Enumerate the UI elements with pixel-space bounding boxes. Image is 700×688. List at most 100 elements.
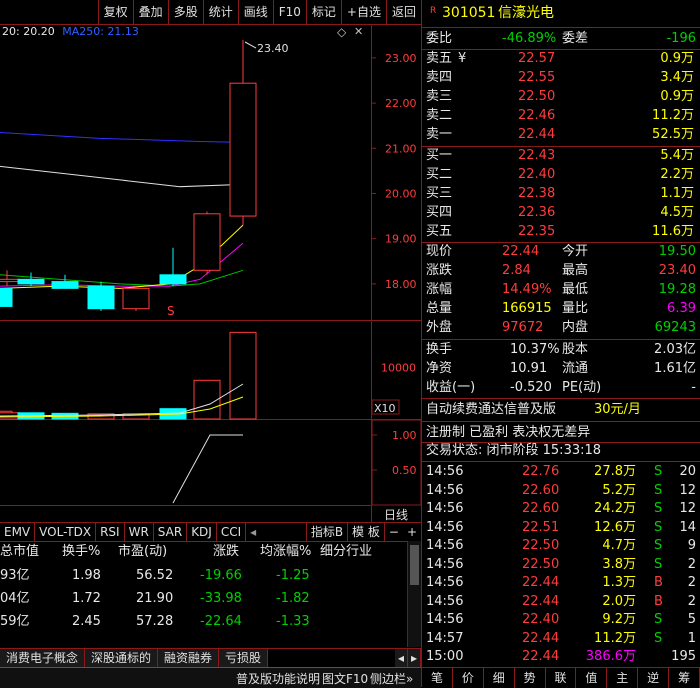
tick-time: 15:00: [426, 649, 464, 664]
tick-row: 15:00 22.44 386.6万 195: [422, 648, 700, 666]
tabs-minus-icon[interactable]: −: [385, 523, 403, 541]
sell-level-label: 卖二: [426, 108, 453, 123]
tab-consumer-electronics[interactable]: 消费电子概念: [0, 649, 86, 667]
finance-label: PE(动): [562, 380, 602, 395]
tabs-scroll-icon[interactable]: ◂: [246, 523, 260, 541]
multi-stock-button[interactable]: 多股: [167, 0, 203, 24]
sidebar-link[interactable]: 侧边栏»: [370, 670, 413, 687]
order-ratio-row: 委比 -46.89% 委差 -196: [422, 30, 700, 48]
finance-value: -0.520: [510, 380, 552, 395]
detail-tab[interactable]: 细: [484, 668, 515, 688]
tick-time: 14:56: [426, 482, 464, 498]
draw-line-button[interactable]: 画线: [237, 0, 273, 24]
stat-value: 97672: [502, 320, 544, 335]
sell-volume: 52.5万: [652, 127, 694, 142]
kline-chart[interactable]: 23.00 22.00 21.00 20.00 19.00 18.00 10000 1.0…: [0, 24, 421, 522]
buy-volume: 5.4万: [660, 148, 694, 163]
header-turnover[interactable]: 换手%: [62, 543, 100, 561]
detail-tab[interactable]: 价: [453, 668, 484, 688]
row3-market-cap: 59亿: [0, 614, 30, 629]
flags-row: 注册制 已盈利 表决权无差异: [422, 424, 700, 442]
scrollbar-thumb[interactable]: [410, 545, 419, 585]
mark-button[interactable]: 标记: [305, 0, 341, 24]
candle-body: [193, 213, 221, 271]
tab-shenzhen-connect[interactable]: 深股通标的: [85, 649, 159, 667]
candles: [0, 39, 257, 311]
stat-row: 涨跌 2.84 最高 23.40: [422, 262, 700, 280]
detail-tab[interactable]: 联: [546, 668, 577, 688]
header-industry[interactable]: 细分行业: [320, 543, 372, 561]
sell-price: 22.50: [518, 89, 556, 104]
detail-tab[interactable]: 筹: [669, 668, 700, 688]
concept-scroll-left-icon[interactable]: ◂: [394, 649, 408, 667]
overlay-button[interactable]: 叠加: [132, 0, 168, 24]
detail-tab[interactable]: 势: [515, 668, 546, 688]
list-scrollbar[interactable]: [407, 541, 422, 647]
finance-value: 2.03亿: [654, 342, 696, 357]
concept-scroll-right-icon[interactable]: ▸: [407, 649, 421, 667]
detail-tab[interactable]: 笔: [422, 668, 453, 688]
price-axis-label: 23.00: [385, 52, 417, 65]
stat-row: 涨幅 14.49% 最低 19.28: [422, 281, 700, 299]
help-link[interactable]: 普及版功能说明: [236, 670, 320, 687]
header-change[interactable]: 涨跌: [213, 543, 239, 561]
tab-rsi[interactable]: RSI: [96, 523, 125, 541]
detail-tab[interactable]: 主: [607, 668, 639, 688]
tab-vol-tdx[interactable]: VOL-TDX: [35, 523, 97, 541]
sell-level-mark: ¥: [458, 51, 467, 66]
tab-wr[interactable]: WR: [125, 523, 154, 541]
tick-volume: 12.6万: [594, 519, 636, 535]
stock-name: 信濠光电: [498, 5, 554, 21]
detail-tab[interactable]: 值: [576, 668, 608, 688]
tab-kdj[interactable]: KDJ: [187, 523, 217, 541]
tick-volume: 27.8万: [594, 464, 636, 479]
detail-tab[interactable]: 逆: [638, 668, 670, 688]
f10-button[interactable]: F10: [272, 0, 306, 24]
volume-axis: 10000: [381, 361, 416, 374]
header-pe[interactable]: 市盈(动): [118, 543, 167, 561]
volume-axis-label: 10000: [381, 361, 416, 374]
tab-indicator-b[interactable]: 指标B: [305, 523, 349, 541]
sell-price: 22.55: [518, 70, 556, 85]
back-button[interactable]: 返回: [385, 0, 421, 24]
header-avg-change[interactable]: 均涨幅%: [260, 543, 311, 561]
promo-price[interactable]: 30元/月: [594, 401, 641, 419]
add-watchlist-button[interactable]: +自选: [340, 0, 386, 24]
tab-loss-stocks[interactable]: 亏损股: [219, 649, 269, 667]
tick-count: 2: [687, 556, 696, 572]
tick-time: 14:56: [426, 464, 464, 479]
buy-level-label: 买一: [426, 148, 453, 163]
f10-link[interactable]: 图文F10: [322, 670, 368, 687]
statistics-button[interactable]: 统计: [202, 0, 238, 24]
restore-rights-button[interactable]: 复权: [97, 0, 133, 24]
buy-row: 买四 22.36 4.5万: [422, 204, 700, 222]
buy-price: 22.43: [518, 148, 556, 163]
sell-price: 22.44: [518, 127, 556, 142]
tick-side: S: [654, 538, 663, 553]
tab-cci[interactable]: CCI: [217, 523, 247, 541]
promo-text[interactable]: 自动续费通达信普及版: [426, 401, 556, 419]
weibi-label: 委比: [426, 31, 453, 46]
stat-value: 19.50: [658, 244, 696, 259]
tab-margin-trading[interactable]: 融资融券: [158, 649, 220, 667]
period-label[interactable]: 日线: [384, 508, 408, 522]
tick-side: S: [654, 519, 663, 535]
sell-row: 卖五 ¥22.57 0.9万: [422, 50, 700, 68]
concept-tabs-spacer: [268, 649, 395, 667]
tab-sar[interactable]: SAR: [154, 523, 188, 541]
sell-level-label: 卖一: [426, 127, 453, 142]
tabs-plus-icon[interactable]: +: [403, 523, 421, 541]
buy-level-label: 买三: [426, 186, 453, 201]
tab-template[interactable]: 模 板: [348, 523, 385, 541]
tick-count: 195: [671, 649, 696, 664]
buy-price: 22.36: [518, 205, 556, 220]
tick-count: 20: [679, 464, 696, 479]
sell-level-label: 卖五: [426, 51, 453, 66]
header-market-cap[interactable]: 总市值: [0, 543, 39, 561]
tick-volume: 386.6万: [585, 649, 636, 664]
promo-row[interactable]: 自动续费通达信普及版 30元/月: [422, 401, 700, 419]
volume-bar: [229, 331, 257, 420]
tab-emv[interactable]: EMV: [0, 523, 36, 541]
buy-volume: 2.2万: [660, 167, 694, 182]
divider: [422, 421, 700, 422]
